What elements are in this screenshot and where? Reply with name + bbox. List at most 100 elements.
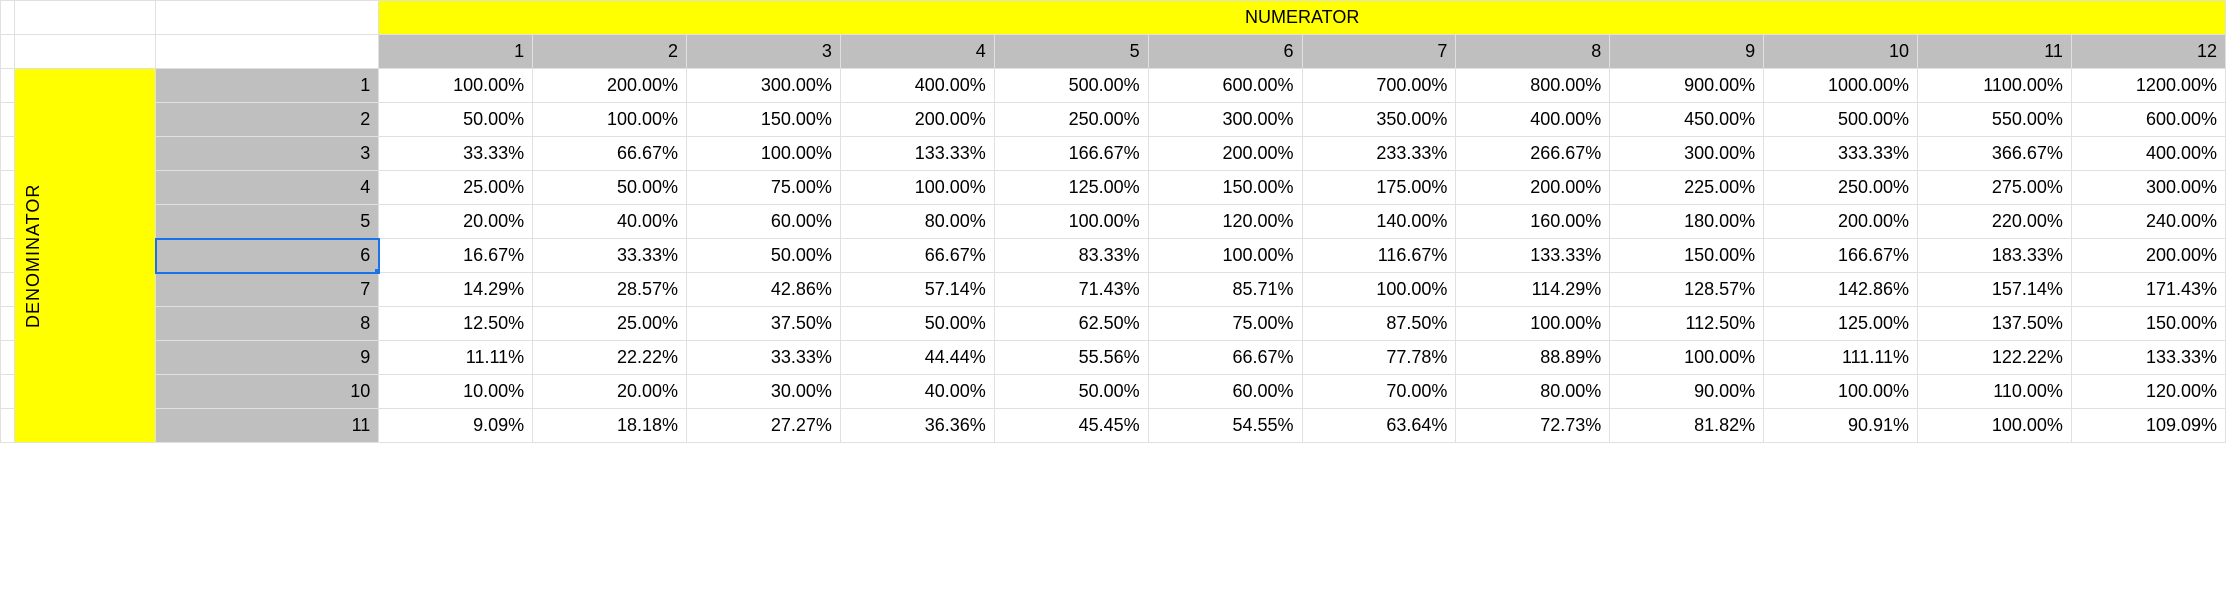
data-cell[interactable]: 33.33% bbox=[379, 137, 533, 171]
data-cell[interactable]: 120.00% bbox=[1148, 205, 1302, 239]
data-cell[interactable]: 50.00% bbox=[379, 103, 533, 137]
empty-cell[interactable] bbox=[1, 409, 15, 443]
data-cell[interactable]: 300.00% bbox=[1148, 103, 1302, 137]
data-cell[interactable]: 180.00% bbox=[1610, 205, 1764, 239]
data-cell[interactable]: 112.50% bbox=[1610, 307, 1764, 341]
data-cell[interactable]: 175.00% bbox=[1302, 171, 1456, 205]
numerator-column-header[interactable]: 7 bbox=[1302, 35, 1456, 69]
data-cell[interactable]: 1000.00% bbox=[1764, 69, 1918, 103]
data-cell[interactable]: 83.33% bbox=[994, 239, 1148, 273]
denominator-row-header[interactable]: 5 bbox=[156, 205, 379, 239]
data-cell[interactable]: 25.00% bbox=[533, 307, 687, 341]
data-cell[interactable]: 300.00% bbox=[687, 69, 841, 103]
data-cell[interactable]: 57.14% bbox=[840, 273, 994, 307]
numerator-column-header[interactable]: 11 bbox=[1918, 35, 2072, 69]
data-cell[interactable]: 142.86% bbox=[1764, 273, 1918, 307]
data-cell[interactable]: 133.33% bbox=[2071, 341, 2225, 375]
data-cell[interactable]: 450.00% bbox=[1610, 103, 1764, 137]
data-cell[interactable]: 60.00% bbox=[1148, 375, 1302, 409]
data-cell[interactable]: 140.00% bbox=[1302, 205, 1456, 239]
data-cell[interactable]: 128.57% bbox=[1610, 273, 1764, 307]
data-cell[interactable]: 125.00% bbox=[1764, 307, 1918, 341]
empty-cell[interactable] bbox=[1, 273, 15, 307]
numerator-column-header[interactable]: 1 bbox=[379, 35, 533, 69]
data-cell[interactable]: 200.00% bbox=[1148, 137, 1302, 171]
data-cell[interactable]: 550.00% bbox=[1918, 103, 2072, 137]
empty-cell[interactable] bbox=[1, 137, 15, 171]
data-cell[interactable]: 100.00% bbox=[1148, 239, 1302, 273]
empty-cell[interactable] bbox=[15, 1, 156, 35]
data-cell[interactable]: 200.00% bbox=[840, 103, 994, 137]
data-cell[interactable]: 133.33% bbox=[1456, 239, 1610, 273]
numerator-column-header[interactable]: 6 bbox=[1148, 35, 1302, 69]
data-cell[interactable]: 40.00% bbox=[533, 205, 687, 239]
spreadsheet-table[interactable]: NUMERATOR123456789101112DENOMINATOR1100.… bbox=[0, 0, 2226, 443]
numerator-column-header[interactable]: 10 bbox=[1764, 35, 1918, 69]
data-cell[interactable]: 18.18% bbox=[533, 409, 687, 443]
data-cell[interactable]: 137.50% bbox=[1918, 307, 2072, 341]
data-cell[interactable]: 400.00% bbox=[1456, 103, 1610, 137]
data-cell[interactable]: 400.00% bbox=[2071, 137, 2225, 171]
numerator-header[interactable]: NUMERATOR bbox=[379, 1, 2226, 35]
data-cell[interactable]: 75.00% bbox=[1148, 307, 1302, 341]
data-cell[interactable]: 120.00% bbox=[2071, 375, 2225, 409]
data-cell[interactable]: 90.91% bbox=[1764, 409, 1918, 443]
data-cell[interactable]: 600.00% bbox=[2071, 103, 2225, 137]
data-cell[interactable]: 40.00% bbox=[840, 375, 994, 409]
data-cell[interactable]: 50.00% bbox=[533, 171, 687, 205]
data-cell[interactable]: 125.00% bbox=[994, 171, 1148, 205]
data-cell[interactable]: 81.82% bbox=[1610, 409, 1764, 443]
data-cell[interactable]: 200.00% bbox=[2071, 239, 2225, 273]
data-cell[interactable]: 100.00% bbox=[687, 137, 841, 171]
data-cell[interactable]: 100.00% bbox=[1610, 341, 1764, 375]
denominator-row-header[interactable]: 11 bbox=[156, 409, 379, 443]
empty-cell[interactable] bbox=[1, 171, 15, 205]
data-cell[interactable]: 500.00% bbox=[994, 69, 1148, 103]
empty-cell[interactable] bbox=[1, 205, 15, 239]
data-cell[interactable]: 150.00% bbox=[687, 103, 841, 137]
data-cell[interactable]: 36.36% bbox=[840, 409, 994, 443]
data-cell[interactable]: 45.45% bbox=[994, 409, 1148, 443]
data-cell[interactable]: 114.29% bbox=[1456, 273, 1610, 307]
data-cell[interactable]: 37.50% bbox=[687, 307, 841, 341]
data-cell[interactable]: 33.33% bbox=[687, 341, 841, 375]
data-cell[interactable]: 233.33% bbox=[1302, 137, 1456, 171]
denominator-row-header[interactable]: 4 bbox=[156, 171, 379, 205]
data-cell[interactable]: 75.00% bbox=[687, 171, 841, 205]
data-cell[interactable]: 54.55% bbox=[1148, 409, 1302, 443]
numerator-column-header[interactable]: 5 bbox=[994, 35, 1148, 69]
data-cell[interactable]: 250.00% bbox=[994, 103, 1148, 137]
data-cell[interactable]: 11.11% bbox=[379, 341, 533, 375]
data-cell[interactable]: 171.43% bbox=[2071, 273, 2225, 307]
data-cell[interactable]: 66.67% bbox=[1148, 341, 1302, 375]
data-cell[interactable]: 87.50% bbox=[1302, 307, 1456, 341]
data-cell[interactable]: 22.22% bbox=[533, 341, 687, 375]
data-cell[interactable]: 14.29% bbox=[379, 273, 533, 307]
data-cell[interactable]: 100.00% bbox=[1456, 307, 1610, 341]
data-cell[interactable]: 150.00% bbox=[1610, 239, 1764, 273]
data-cell[interactable]: 200.00% bbox=[1764, 205, 1918, 239]
data-cell[interactable]: 9.09% bbox=[379, 409, 533, 443]
data-cell[interactable]: 157.14% bbox=[1918, 273, 2072, 307]
data-cell[interactable]: 100.00% bbox=[994, 205, 1148, 239]
data-cell[interactable]: 42.86% bbox=[687, 273, 841, 307]
data-cell[interactable]: 44.44% bbox=[840, 341, 994, 375]
data-cell[interactable]: 900.00% bbox=[1610, 69, 1764, 103]
numerator-column-header[interactable]: 4 bbox=[840, 35, 994, 69]
data-cell[interactable]: 50.00% bbox=[840, 307, 994, 341]
data-cell[interactable]: 33.33% bbox=[533, 239, 687, 273]
data-cell[interactable]: 300.00% bbox=[2071, 171, 2225, 205]
data-cell[interactable]: 77.78% bbox=[1302, 341, 1456, 375]
empty-cell[interactable] bbox=[1, 375, 15, 409]
data-cell[interactable]: 150.00% bbox=[2071, 307, 2225, 341]
denominator-row-header[interactable]: 7 bbox=[156, 273, 379, 307]
data-cell[interactable]: 30.00% bbox=[687, 375, 841, 409]
data-cell[interactable]: 800.00% bbox=[1456, 69, 1610, 103]
data-cell[interactable]: 300.00% bbox=[1610, 137, 1764, 171]
data-cell[interactable]: 250.00% bbox=[1764, 171, 1918, 205]
denominator-row-header[interactable]: 8 bbox=[156, 307, 379, 341]
denominator-row-header[interactable]: 6 bbox=[156, 239, 379, 273]
data-cell[interactable]: 275.00% bbox=[1918, 171, 2072, 205]
data-cell[interactable]: 100.00% bbox=[840, 171, 994, 205]
denominator-header[interactable]: DENOMINATOR bbox=[15, 69, 156, 443]
